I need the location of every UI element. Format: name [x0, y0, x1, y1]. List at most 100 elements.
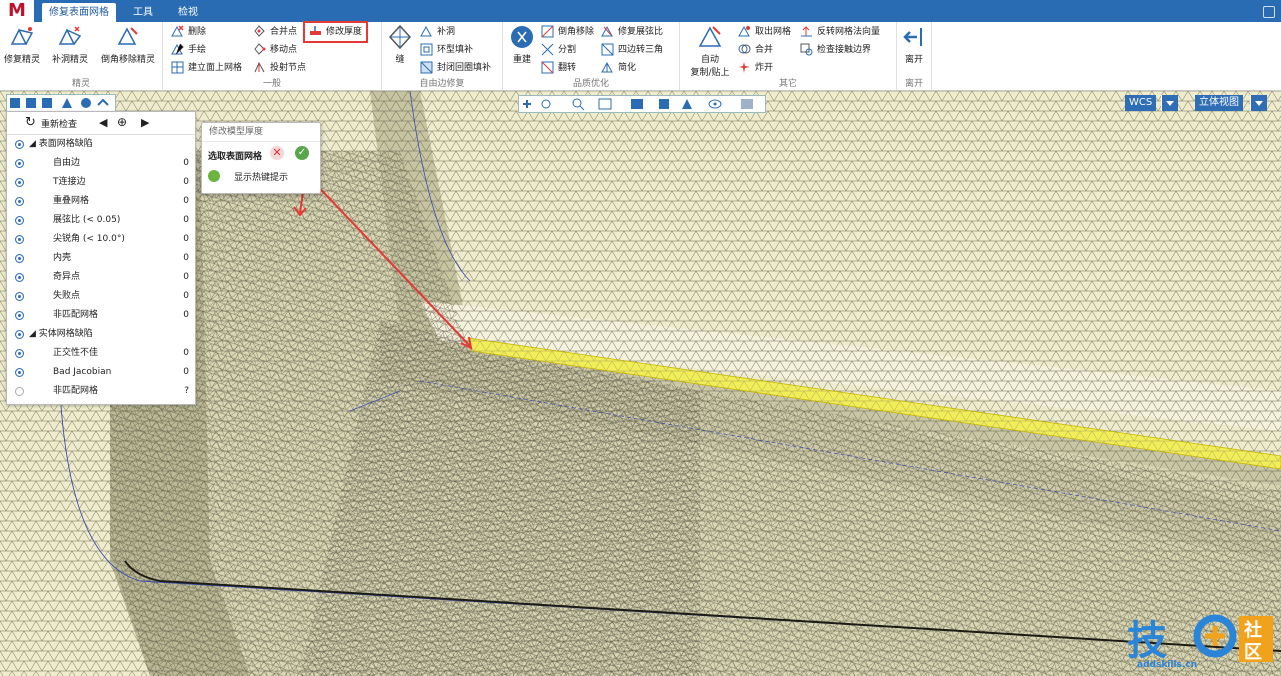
- fillet-remove-wizard-button[interactable]: 倒角移除精灵: [96, 24, 160, 65]
- refresh-icon[interactable]: ↻: [25, 115, 36, 130]
- prev-icon[interactable]: ◀: [99, 116, 107, 129]
- tab-inspect[interactable]: 检视: [168, 3, 208, 22]
- group-leave-label: 离开: [904, 79, 923, 89]
- window-control-icon[interactable]: [1263, 6, 1275, 18]
- section-toggle[interactable]: [15, 330, 24, 339]
- move-node-button[interactable]: 移动点: [253, 42, 297, 58]
- defect-row[interactable]: 展弦比 (< 0.05) 0: [7, 211, 195, 230]
- defect-toggle-radio[interactable]: [15, 273, 24, 282]
- coordinate-system-dropdown-icon[interactable]: [1161, 95, 1178, 111]
- defect-toggle-radio[interactable]: [15, 254, 24, 263]
- merge-nodes-icon: [254, 25, 265, 37]
- defect-row[interactable]: 失败点 0: [7, 287, 195, 306]
- repair-wizard-label: 修复精灵: [3, 55, 40, 65]
- defect-toggle-radio[interactable]: [15, 197, 24, 206]
- defect-toggle-radio[interactable]: [15, 387, 24, 396]
- defect-toggle-radio[interactable]: [15, 368, 24, 377]
- fillet-remove-button[interactable]: 倒角移除: [541, 24, 594, 40]
- view-toolbar[interactable]: [518, 95, 766, 113]
- repair-wizard-button[interactable]: 修复精灵: [2, 24, 42, 65]
- defect-row[interactable]: 自由边 0: [7, 154, 195, 173]
- confirm-icon[interactable]: ✓: [295, 146, 309, 160]
- defect-toggle-radio[interactable]: [15, 311, 24, 320]
- extract-mesh-button[interactable]: 取出网格: [738, 24, 791, 40]
- delete-label: 删除: [188, 27, 207, 37]
- defect-toggle-radio[interactable]: [15, 216, 24, 225]
- defect-label: 非匹配网格: [53, 310, 99, 320]
- hotkey-hint-row[interactable]: 显示热键提示: [202, 166, 320, 186]
- surface-defects-section[interactable]: ◢ 表面网格缺陷: [7, 135, 195, 154]
- defect-row[interactable]: 正交性不佳 0: [7, 344, 195, 363]
- explode-button[interactable]: 炸开: [738, 60, 773, 76]
- fill-hole-button[interactable]: 补洞: [420, 24, 455, 40]
- quad-to-tri-button[interactable]: 四边转三角: [601, 42, 663, 58]
- defect-toggle-radio[interactable]: [15, 159, 24, 168]
- stitch-icon: [388, 24, 412, 50]
- modify-thickness-label: 修改厚度: [326, 27, 363, 37]
- solid-section-label: 实体网格缺陷: [38, 329, 93, 339]
- hole-fill-wizard-label: 补洞精灵: [51, 55, 88, 65]
- surface-defect-list: 自由边 0 T连接边 0 重叠网格 0 展弦比 (< 0.05) 0 尖锐角 (< 10.0°)…: [7, 154, 195, 325]
- create-mesh-on-surface-button[interactable]: 建立面上网格: [171, 60, 242, 76]
- defect-row[interactable]: 尖锐角 (< 10.0°) 0: [7, 230, 195, 249]
- solid-defects-section[interactable]: ◢ 实体网格缺陷: [7, 325, 195, 344]
- split-button[interactable]: 分割: [541, 42, 576, 58]
- hole-fill-wizard-button[interactable]: 补洞精灵: [50, 24, 90, 65]
- section-toggle[interactable]: [15, 140, 24, 149]
- defect-row[interactable]: 非匹配网格 0: [7, 306, 195, 325]
- defect-toggle-radio[interactable]: [15, 235, 24, 244]
- tab-tools[interactable]: 工具: [124, 3, 162, 22]
- defect-label: Bad Jacobian: [53, 367, 112, 377]
- leave-button[interactable]: 离开: [899, 24, 929, 65]
- defect-row[interactable]: T连接边 0: [7, 173, 195, 192]
- explode-icon: [739, 62, 750, 73]
- zoom-to-icon[interactable]: ⊕: [117, 115, 127, 129]
- defect-row[interactable]: 内壳 0: [7, 249, 195, 268]
- app-logo[interactable]: M: [0, 0, 34, 22]
- delete-icon: [171, 25, 184, 37]
- stitch-button[interactable]: 缝: [386, 24, 414, 65]
- defect-row[interactable]: 非匹配网格?: [7, 382, 195, 401]
- group-other-label: 其它: [778, 79, 797, 89]
- simplify-button[interactable]: 简化: [601, 60, 636, 76]
- project-node-button[interactable]: 投射节点: [253, 60, 306, 76]
- defect-count: 0: [183, 272, 189, 282]
- fillet-remove-wizard-label: 倒角移除精灵: [100, 55, 155, 65]
- defect-row[interactable]: Bad Jacobian 0: [7, 363, 195, 382]
- defect-row[interactable]: 奇异点 0: [7, 268, 195, 287]
- reverse-normals-button[interactable]: 反转网格法向量: [800, 24, 880, 40]
- modify-thickness-button[interactable]: 修改厚度: [302, 21, 369, 43]
- simplify-label: 简化: [618, 63, 637, 73]
- merge-button[interactable]: 合并: [738, 42, 773, 58]
- merge-nodes-button[interactable]: 合并点: [253, 24, 297, 40]
- coordinate-system-select[interactable]: WCS: [1125, 95, 1157, 111]
- check-contact-boundary-button[interactable]: 检查接触边界: [800, 42, 871, 58]
- view-mode-select[interactable]: 立体视图: [1195, 95, 1243, 111]
- flip-button[interactable]: 翻转: [541, 60, 576, 76]
- defect-toggle-radio[interactable]: [15, 292, 24, 301]
- defect-label: 尖锐角 (< 10.0°): [53, 234, 125, 244]
- recheck-button[interactable]: 重新检查: [41, 117, 77, 130]
- fix-aspect-ratio-button[interactable]: 修复展弦比: [601, 24, 663, 40]
- select-surface-label: 选取表面网格: [208, 152, 263, 162]
- defect-label: 内壳: [53, 253, 72, 263]
- next-icon[interactable]: ▶: [141, 116, 149, 129]
- delete-button[interactable]: 删除: [171, 24, 206, 40]
- view-mode-dropdown-icon[interactable]: [1250, 95, 1267, 111]
- split-icon: [541, 43, 554, 56]
- auto-copy-paste-button[interactable]: 自动 复制/贴上: [684, 24, 736, 78]
- flip-label: 翻转: [558, 63, 577, 73]
- ring-fill-button[interactable]: 环型填补: [420, 42, 473, 58]
- move-node-icon: [254, 43, 266, 55]
- panel-toolbar[interactable]: [6, 94, 116, 112]
- closed-loop-fill-button[interactable]: 封闭回圈填补: [420, 60, 491, 76]
- defect-toggle-radio[interactable]: [15, 349, 24, 358]
- cancel-icon[interactable]: ✕: [270, 146, 284, 160]
- defect-count: ?: [184, 386, 189, 396]
- group-leave: 离开 离开: [897, 22, 932, 90]
- draw-button[interactable]: 手绘: [171, 42, 206, 58]
- tab-repair-surface-mesh[interactable]: 修复表面网格: [42, 3, 116, 22]
- defect-toggle-radio[interactable]: [15, 178, 24, 187]
- rebuild-button[interactable]: 重建: [507, 24, 537, 65]
- defect-row[interactable]: 重叠网格 0: [7, 192, 195, 211]
